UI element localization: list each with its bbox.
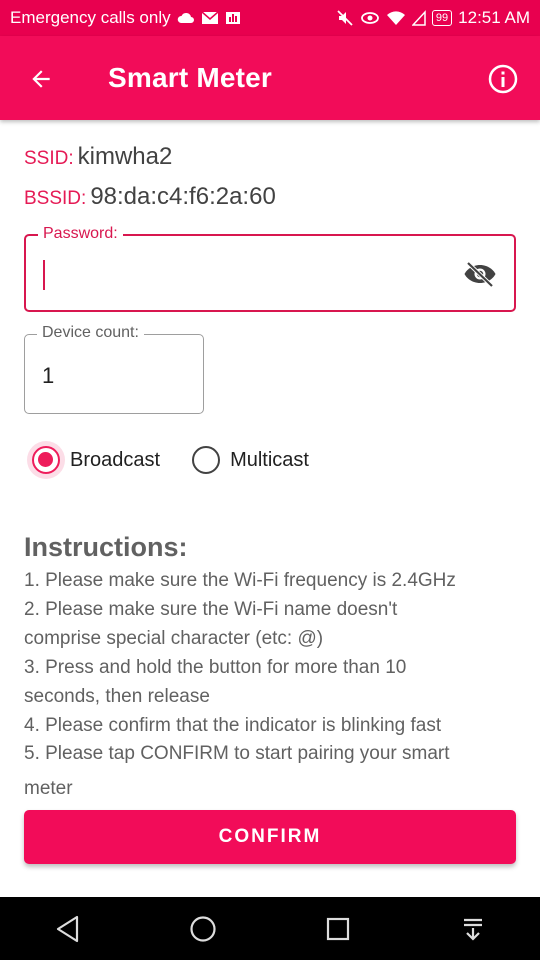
ssid-row: SSID: kimwha2 bbox=[24, 143, 172, 171]
multicast-radio[interactable]: Multicast bbox=[192, 446, 309, 474]
device-count-field[interactable]: Device count: 1 bbox=[24, 324, 204, 414]
broadcast-radio[interactable]: Broadcast bbox=[32, 446, 160, 474]
nav-back-button[interactable] bbox=[38, 904, 98, 954]
navigation-bar bbox=[0, 897, 540, 960]
instructions-title: Instructions: bbox=[24, 532, 188, 562]
ssid-label: SSID: bbox=[24, 148, 74, 169]
radio-unchecked-icon bbox=[192, 446, 221, 474]
confirm-button[interactable]: CONFIRM bbox=[24, 810, 516, 864]
cloud-icon bbox=[177, 11, 195, 25]
bssid-row: BSSID: 98:da:c4:f6:2a:60 bbox=[24, 183, 276, 211]
instruction-line: comprise special character (etc: @) bbox=[24, 628, 324, 649]
instruction-line: 3. Press and hold the button for more th… bbox=[24, 657, 407, 678]
info-icon bbox=[488, 64, 518, 94]
device-count-label: Device count: bbox=[37, 324, 144, 342]
ssid-value: kimwha2 bbox=[77, 143, 173, 170]
instruction-line: meter bbox=[24, 778, 73, 799]
circle-home-icon bbox=[189, 915, 216, 942]
instruction-line: seconds, then release bbox=[24, 686, 210, 707]
page-title: Smart Meter bbox=[108, 62, 273, 93]
password-visibility-toggle[interactable] bbox=[462, 256, 498, 292]
password-label: Password: bbox=[38, 225, 123, 243]
instruction-line: 5. Please tap CONFIRM to start pairing y… bbox=[24, 743, 450, 764]
nav-recents-button[interactable] bbox=[308, 904, 368, 954]
arrow-back-icon bbox=[32, 70, 50, 88]
clock: 12:51 AM bbox=[458, 8, 530, 27]
triangle-back-icon bbox=[56, 915, 78, 942]
eye-off-icon bbox=[464, 261, 496, 287]
text-cursor bbox=[43, 260, 45, 290]
password-field: Password: bbox=[24, 225, 516, 312]
chart-icon bbox=[225, 11, 241, 25]
instruction-line: 1. Please make sure the Wi-Fi frequency … bbox=[24, 570, 456, 591]
status-bar: Emergency calls only 99 12:51 AM bbox=[0, 0, 540, 36]
radio-checked-icon bbox=[32, 446, 60, 474]
instruction-line: 2. Please make sure the Wi-Fi name doesn… bbox=[24, 599, 398, 620]
mode-radio-group: Broadcast Multicast bbox=[32, 446, 341, 474]
mail-icon bbox=[201, 11, 219, 25]
wifi-icon bbox=[386, 10, 406, 26]
bssid-value: 98:da:c4:f6:2a:60 bbox=[90, 183, 276, 210]
bssid-label: BSSID: bbox=[24, 188, 87, 209]
instruction-line: 4. Please confirm that the indicator is … bbox=[24, 715, 442, 736]
nav-home-button[interactable] bbox=[173, 904, 233, 954]
device-count-value: 1 bbox=[42, 363, 55, 388]
carrier-text: Emergency calls only bbox=[10, 8, 171, 27]
back-button[interactable] bbox=[24, 62, 58, 96]
eye-comfort-icon bbox=[360, 11, 380, 25]
mute-icon bbox=[336, 10, 354, 26]
broadcast-label: Broadcast bbox=[70, 448, 161, 471]
app-bar: Smart Meter bbox=[0, 36, 540, 120]
battery-indicator: 99 bbox=[431, 10, 453, 26]
info-button[interactable] bbox=[486, 62, 520, 96]
nav-notifications-button[interactable] bbox=[443, 904, 503, 954]
square-recents-icon bbox=[326, 917, 349, 940]
signal-icon bbox=[411, 10, 426, 26]
pull-down-icon bbox=[463, 918, 482, 941]
password-input[interactable] bbox=[42, 260, 446, 292]
multicast-label: Multicast bbox=[230, 448, 309, 471]
